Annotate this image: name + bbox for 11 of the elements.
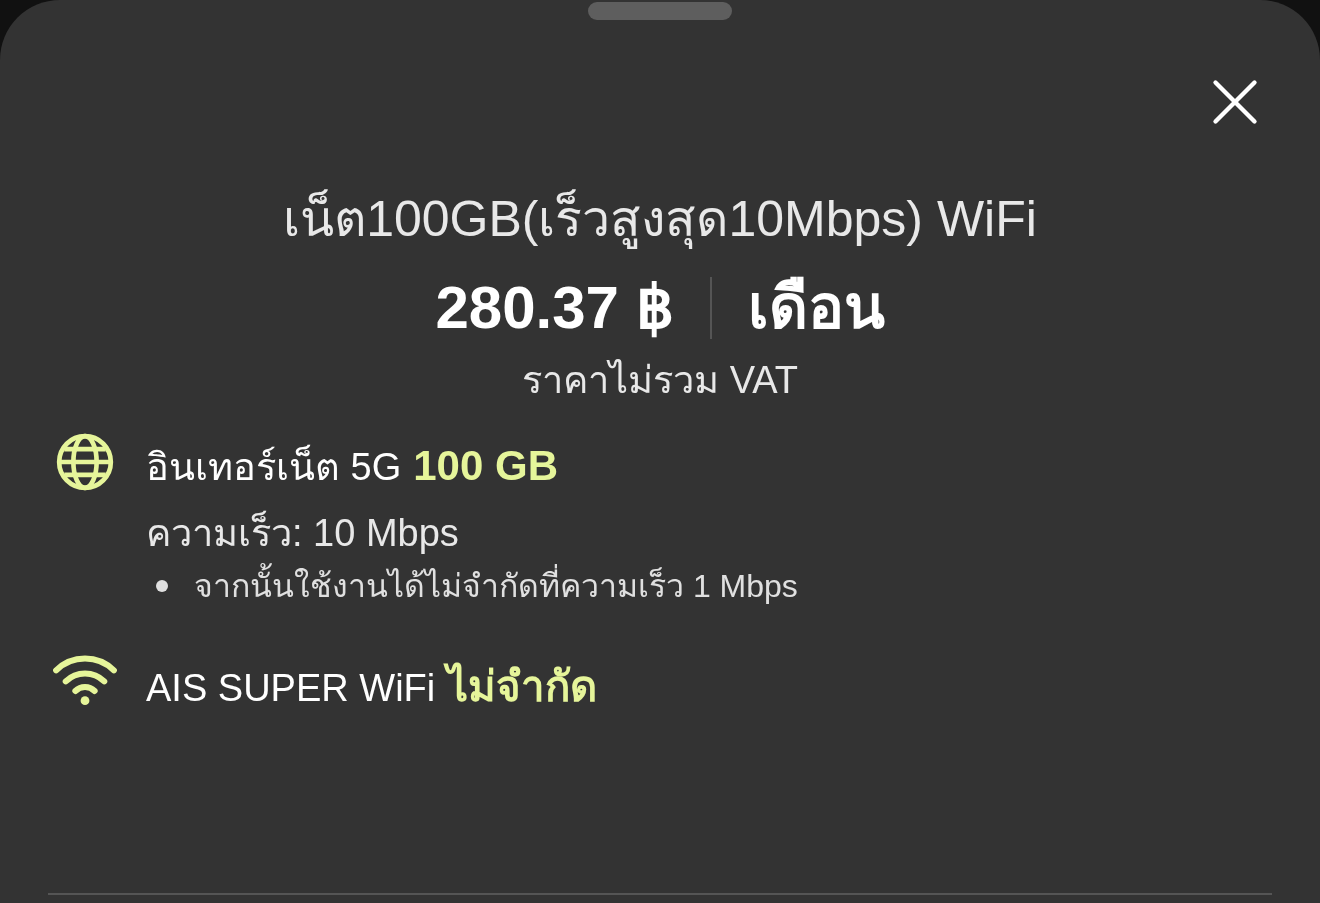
feature-label: AIS SUPER WiFi <box>146 666 436 711</box>
billing-period: เดือน <box>747 273 885 343</box>
speed-detail: ความเร็ว: 10 Mbps <box>146 510 460 556</box>
bullet-icon <box>156 580 168 592</box>
price: 280.37 ฿ <box>435 273 674 343</box>
vat-note: ราคาไม่รวม VAT <box>522 358 798 403</box>
feature-amount: 100 GB <box>413 443 558 489</box>
drag-handle[interactable] <box>588 2 732 20</box>
globe-icon <box>54 431 116 493</box>
feature-label: อินเทอร์เน็ต 5G <box>146 444 402 490</box>
plan-title: เน็ต100GB(เร็วสูงสุด10Mbps) WiFi <box>283 189 1037 249</box>
